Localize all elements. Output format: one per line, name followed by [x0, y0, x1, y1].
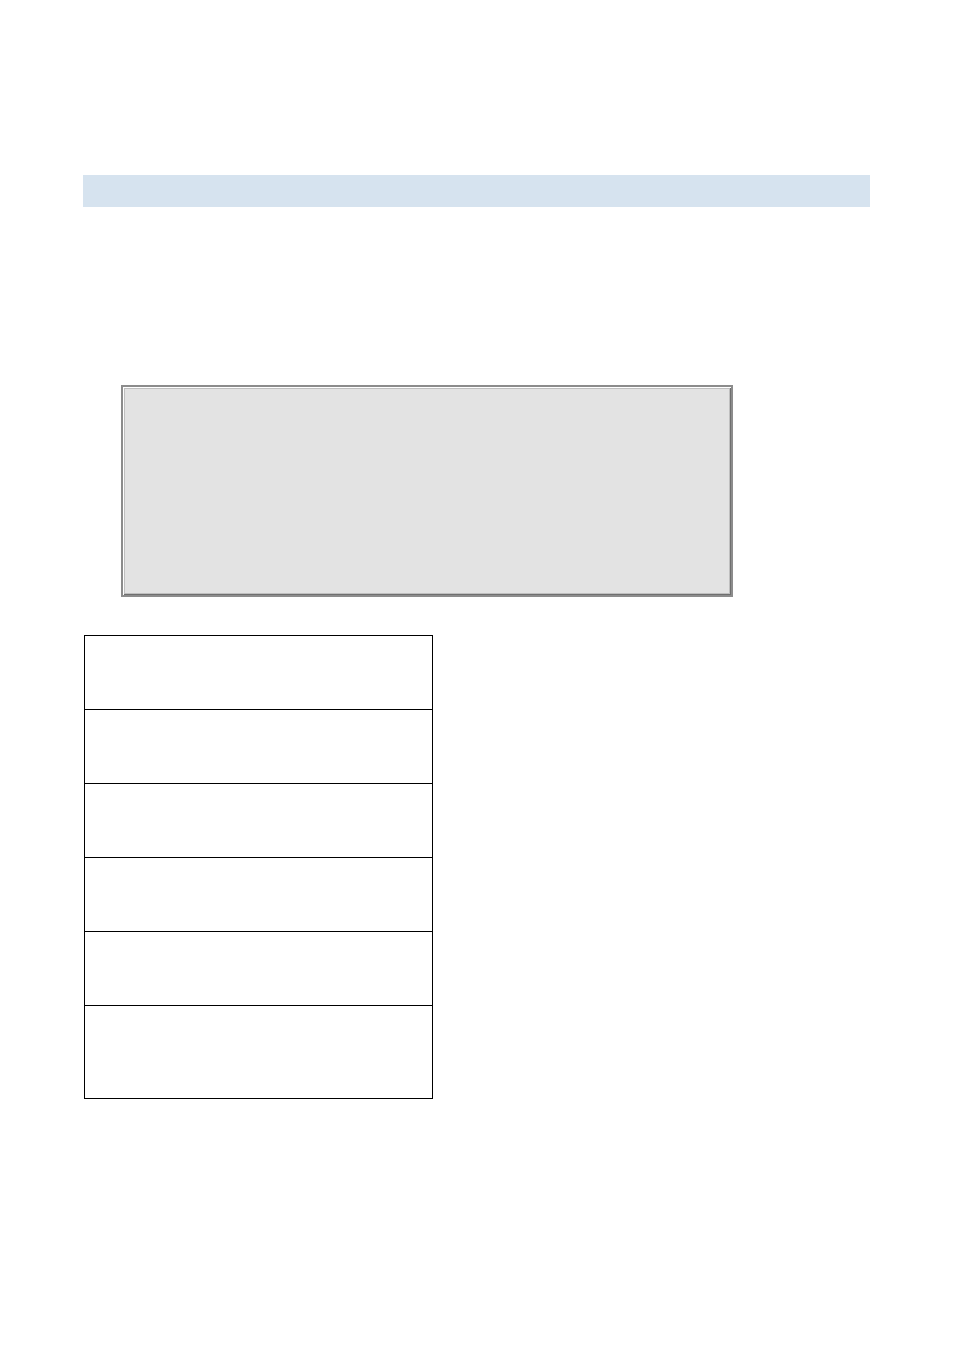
- table-row: [84, 710, 433, 784]
- table-row: [84, 932, 433, 1006]
- table-row: [84, 858, 433, 932]
- header-bar: [83, 175, 870, 207]
- table-row: [84, 1006, 433, 1099]
- table-row: [84, 784, 433, 858]
- table: [84, 635, 433, 1099]
- table-row: [84, 635, 433, 710]
- gray-panel: [121, 385, 733, 597]
- page: { "layout": { "blue_bar": { "left": 83, …: [0, 0, 954, 1350]
